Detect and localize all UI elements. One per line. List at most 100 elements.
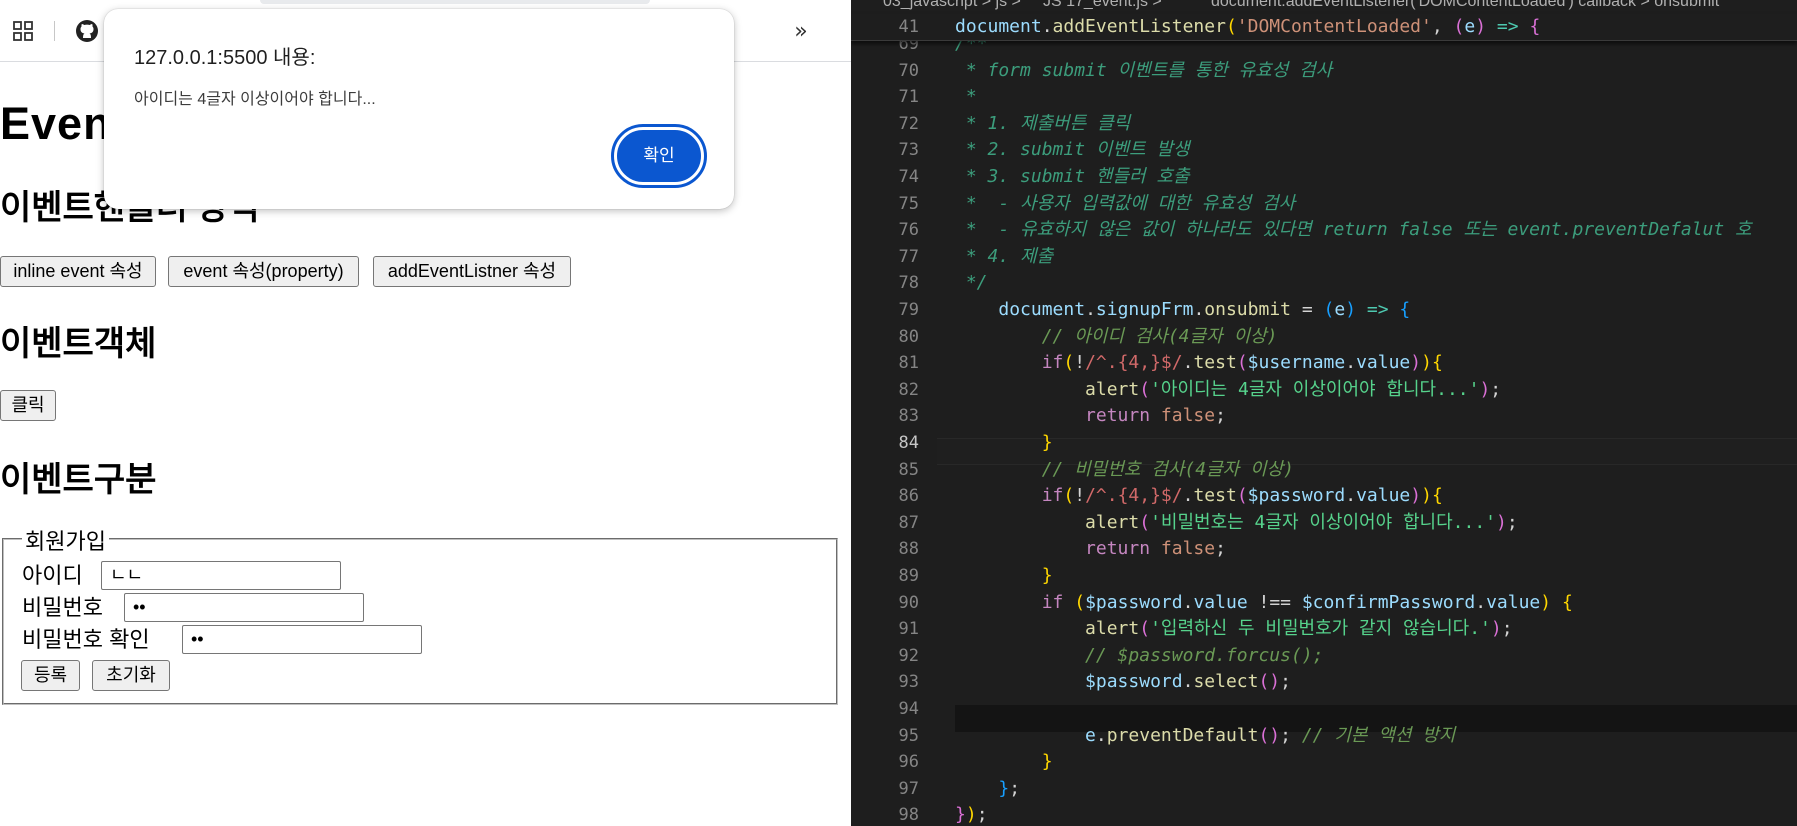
line-number: 94 <box>898 699 919 719</box>
alert-message: 아이디는 4글자 이상이어야 합니다... <box>134 91 376 108</box>
inline-event-button[interactable]: inline event 속성 <box>0 256 156 287</box>
code-line-81: if(!/^.{4,}$/.test($username.value)){ <box>1041 352 1443 374</box>
line-number: 82 <box>898 379 919 400</box>
code-line-79: document.signupFrm.onsubmit = (e) => { <box>998 299 1411 320</box>
add-event-listener-button[interactable]: addEventListner 속성 <box>373 256 571 287</box>
more-bookmarks-label: » <box>794 18 808 44</box>
code-line-98: }); <box>955 804 988 826</box>
string-literal: '아이디는 4글자 이상이어야 합니다...' <box>1150 378 1480 400</box>
line-number: 83 <box>898 406 919 427</box>
alert-ok-button[interactable]: 확인 <box>611 124 707 188</box>
line-number: 96 <box>898 752 919 773</box>
line-number: 70 <box>898 60 919 81</box>
line-number: 81 <box>898 353 919 374</box>
sticky-string: 'DOMContentLoaded' <box>1236 16 1432 37</box>
submit-button[interactable]: 등록 <box>21 660 80 691</box>
comment: * - 사용자 입력값에 대한 유효성 검사 <box>955 192 1296 214</box>
code-line-72: * 1. 제출버튼 클릭 <box>955 111 1130 138</box>
line-number: 91 <box>898 619 919 640</box>
code-line-91: alert('입력하신 두 비밀번호가 같지 않습니다.'); <box>1085 618 1513 640</box>
page-title: Even <box>0 98 112 149</box>
code-line-92: // $password.forcus(); <box>955 643 1323 670</box>
reset-button[interactable]: 초기화 <box>92 660 170 691</box>
code-line-76: * - 유효하지 않은 값이 하나라도 있다면 return false 또는 … <box>955 217 1752 244</box>
comment: * 2. submit 이벤트 발생 <box>955 139 1190 161</box>
code-line-83: return false; <box>1085 405 1226 427</box>
line-number: 79 <box>898 300 919 320</box>
code-line-93: $password.select(); <box>1085 671 1291 693</box>
comment: // $password.forcus(); <box>1085 644 1324 666</box>
line-number: 92 <box>898 645 919 666</box>
confirm-password-label: 비밀번호 확인 <box>22 627 150 652</box>
breadcrumb-folder[interactable]: 03_javascript > js > <box>883 0 1021 11</box>
username-input[interactable]: ㄴㄴ <box>101 561 341 590</box>
code-line-84: } <box>1041 432 1053 453</box>
string-literal: '입력하신 두 비밀번호가 같지 않습니다.' <box>1150 618 1491 640</box>
toolbar-divider <box>54 21 55 41</box>
comment: // 기본 액션 방지 <box>1301 724 1456 746</box>
sticky-line-number: 41 <box>898 17 919 37</box>
comment: * <box>955 86 977 108</box>
comment: * - 유효하지 않은 값이 하나라도 있다면 return false 또는 … <box>955 219 1752 241</box>
line-number: 97 <box>898 778 919 799</box>
more-bookmarks-icon[interactable]: » <box>788 18 814 44</box>
line-number: 95 <box>898 725 919 746</box>
code-line-87: alert('비밀번호는 4글자 이상이어야 합니다...'); <box>1085 511 1518 533</box>
breadcrumb-file[interactable]: JS 17_event.js > <box>1043 0 1162 11</box>
sticky-code: document.addEventListener('DOMContentLoa… <box>955 16 1541 37</box>
line-number: 71 <box>898 87 919 108</box>
line-number: 80 <box>898 326 919 347</box>
comment: * 1. 제출버튼 클릭 <box>955 112 1131 134</box>
comment: */ <box>955 272 988 294</box>
section-heading-event-kind: 이벤트구분 <box>0 461 157 499</box>
github-icon[interactable] <box>74 18 100 44</box>
line-number: 85 <box>898 459 919 480</box>
code-line-78: */ <box>955 270 988 297</box>
alert-title: 127.0.0.1:5500 내용: <box>134 47 316 69</box>
code-editor: 03_javascript > js > JS 17_event.js > do… <box>851 0 1797 826</box>
confirm-password-input[interactable]: •• <box>182 625 422 654</box>
string-literal: '비밀번호는 4글자 이상이어야 합니다...' <box>1150 511 1497 533</box>
tab-strip <box>260 0 650 4</box>
code-line-89: } <box>1041 565 1053 586</box>
password-input[interactable]: •• <box>124 593 364 622</box>
comment: * form submit 이벤트를 통한 유효성 검사 <box>955 59 1333 81</box>
code-line-96: } <box>1041 751 1053 773</box>
code-line-85: // 비밀번호 검사(4글자 이상) <box>955 457 1294 484</box>
line-number-gutter: 69 70 71 72 73 74 75 76 77 78 79 80 81 82 83 84 85 86 87 88… <box>851 14 937 826</box>
line-number: 87 <box>898 512 919 533</box>
alert-dialog: 127.0.0.1:5500 내용: 아이디는 4글자 이상이어야 합니다...… <box>104 9 734 209</box>
click-button[interactable]: 클릭 <box>0 390 56 421</box>
code-line-70: * form submit 이벤트를 통한 유효성 검사 <box>955 58 1332 85</box>
breadcrumb-symbol[interactable]: document.addEventListener('DOMContentLoa… <box>1211 0 1719 11</box>
line-number: 74 <box>898 167 919 187</box>
code-line-75: * - 사용자 입력값에 대한 유효성 검사 <box>955 191 1295 218</box>
line-number: 77 <box>898 246 919 267</box>
code-line-86: if(!/^.{4,}$/.test($password.value)){ <box>1041 485 1443 507</box>
section-heading-event-object: 이벤트객체 <box>0 325 157 363</box>
browser-window: » Even 이벤트핸들러 방식 inline event 속성 event 속… <box>0 0 851 826</box>
signup-form: 회원가입 아이디 ㄴㄴ 비밀번호 •• 비밀번호 확인 •• 등록 초기화 <box>2 524 838 705</box>
sticky-scroll-line[interactable]: 41 document.addEventListener('DOMContent… <box>851 14 1797 41</box>
code-line-95: e.preventDefault(); // 기본 액션 방지 <box>1085 724 1456 746</box>
line-number: 78 <box>898 273 919 294</box>
code-line-71: * <box>955 84 977 111</box>
line-number: 89 <box>898 566 919 586</box>
line-number: 93 <box>898 672 919 693</box>
event-property-button[interactable]: event 속성(property) <box>168 256 359 287</box>
comment: // 아이디 검사(4글자 이상) <box>1041 325 1278 347</box>
username-label: 아이디 <box>22 563 83 588</box>
line-number: 76 <box>898 220 919 241</box>
code-area[interactable]: /** * form submit 이벤트를 통한 유효성 검사 * * 1. … <box>955 14 1797 826</box>
line-number: 90 <box>898 592 919 613</box>
apps-grid-icon[interactable] <box>10 18 36 44</box>
code-line-73: * 2. submit 이벤트 발생 <box>955 137 1190 164</box>
line-number: 84 <box>898 433 919 453</box>
line-number: 72 <box>898 113 919 134</box>
line-number: 75 <box>898 193 919 214</box>
breadcrumb: 03_javascript > js > JS 17_event.js > do… <box>851 0 1797 14</box>
comment: // 비밀번호 검사(4글자 이상) <box>1041 458 1294 480</box>
line-number: 88 <box>898 539 919 560</box>
code-line-88: return false; <box>1085 538 1226 560</box>
comment: * 4. 제출 <box>955 245 1054 267</box>
